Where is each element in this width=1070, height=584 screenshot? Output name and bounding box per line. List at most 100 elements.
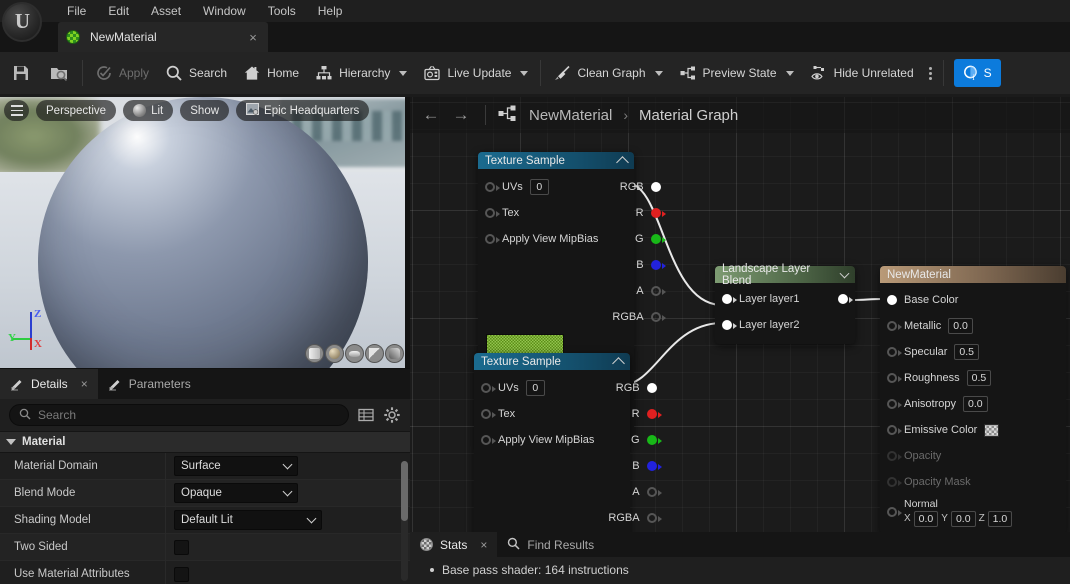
use-material-attributes-checkbox[interactable]: [174, 566, 189, 582]
output-pin-icon[interactable]: [646, 435, 662, 445]
search-button[interactable]: Search: [157, 52, 235, 94]
metallic-value[interactable]: 0.0: [948, 318, 973, 334]
pin-opacity-mask[interactable]: Opacity Mask: [880, 469, 1066, 495]
pin-base-color[interactable]: Base Color: [880, 287, 1066, 313]
pin-layer-layer2[interactable]: Layer layer2: [715, 312, 855, 338]
blend-mode-select[interactable]: Opaque: [174, 483, 298, 503]
input-pin-icon[interactable]: [887, 321, 902, 331]
pin-a[interactable]: A: [601, 479, 663, 505]
shape-cube-button[interactable]: [365, 344, 384, 363]
uvs-value[interactable]: 0: [525, 380, 545, 396]
specular-value[interactable]: 0.5: [954, 344, 980, 360]
pin-opacity[interactable]: Opacity: [880, 443, 1066, 469]
output-pin-icon[interactable]: [650, 286, 666, 296]
output-pin-icon[interactable]: [650, 260, 666, 270]
close-icon[interactable]: ×: [246, 30, 260, 45]
gear-icon[interactable]: [383, 406, 401, 424]
material-preview-viewport[interactable]: Perspective Lit Show Epic Headquarters Z…: [0, 97, 410, 368]
output-pin-icon[interactable]: [650, 182, 661, 192]
output-pin-icon[interactable]: [646, 383, 657, 393]
pin-roughness[interactable]: Roughness 0.5: [880, 365, 1066, 391]
back-button[interactable]: ←: [418, 102, 444, 128]
anisotropy-value[interactable]: 0.0: [962, 396, 988, 412]
shape-custom-button[interactable]: [385, 344, 404, 363]
node-header[interactable]: NewMaterial: [880, 266, 1066, 283]
clean-graph-button[interactable]: Clean Graph: [545, 52, 670, 94]
chevron-down-icon[interactable]: [839, 268, 850, 278]
pin-r[interactable]: R: [605, 200, 667, 226]
output-pin-icon[interactable]: [646, 513, 662, 523]
node-landscape-layer-blend[interactable]: Landscape Layer Blend Layer layer1 Layer…: [715, 263, 855, 344]
tab-parameters[interactable]: Parameters: [98, 369, 201, 399]
input-pin-icon[interactable]: [887, 477, 902, 487]
forward-button[interactable]: →: [448, 102, 474, 128]
preview-state-button[interactable]: Preview State: [671, 52, 802, 94]
pin-b[interactable]: B: [601, 453, 663, 479]
hamburger-icon[interactable]: [4, 100, 29, 121]
platform-stats-button[interactable]: i S: [953, 59, 1001, 87]
chevron-up-icon[interactable]: [616, 156, 629, 169]
pin-specular[interactable]: Specular 0.5: [880, 339, 1066, 365]
menu-asset[interactable]: Asset: [140, 1, 192, 21]
input-pin-icon[interactable]: [722, 320, 737, 330]
pin-normal[interactable]: Normal X 0.0 Y 0.0 Z 1.0: [880, 495, 1066, 529]
tab-stats[interactable]: Stats ×: [410, 532, 498, 557]
viewport-lit-button[interactable]: Lit: [123, 100, 174, 121]
pin-a[interactable]: A: [605, 278, 667, 304]
tab-find-results[interactable]: Find Results: [497, 532, 604, 557]
input-pin-icon[interactable]: [887, 347, 902, 357]
material-domain-select[interactable]: Surface: [174, 456, 298, 476]
pin-uvs[interactable]: UVs 0: [478, 174, 605, 200]
home-button[interactable]: Home: [235, 52, 307, 94]
pin-rgb[interactable]: RGB: [601, 375, 663, 401]
pin-uvs[interactable]: UVs 0: [474, 375, 601, 401]
menu-file[interactable]: File: [56, 1, 97, 21]
output-pin-icon[interactable]: [838, 294, 853, 304]
output-pin-icon[interactable]: [646, 461, 662, 471]
node-header[interactable]: Texture Sample: [478, 152, 634, 169]
hierarchy-button[interactable]: Hierarchy: [307, 52, 415, 94]
menu-edit[interactable]: Edit: [97, 1, 140, 21]
normal-y-value[interactable]: 0.0: [950, 510, 976, 527]
pin-metallic[interactable]: Metallic 0.0: [880, 313, 1066, 339]
more-options-icon[interactable]: [922, 52, 939, 94]
pin-layer-layer1[interactable]: Layer layer1: [715, 286, 855, 312]
input-pin-icon[interactable]: [887, 451, 902, 461]
input-pin-icon[interactable]: [887, 399, 902, 409]
pin-g[interactable]: G: [605, 226, 667, 252]
menu-tools[interactable]: Tools: [257, 1, 307, 21]
normal-z-value[interactable]: 1.0: [987, 510, 1013, 527]
close-icon[interactable]: ×: [480, 538, 487, 552]
node-header[interactable]: Landscape Layer Blend: [715, 263, 855, 287]
menu-window[interactable]: Window: [192, 1, 257, 21]
output-pin-icon[interactable]: [646, 409, 662, 419]
pin-apply-view-mipbias[interactable]: Apply View MipBias: [478, 226, 605, 252]
pin-rgba[interactable]: RGBA: [605, 304, 667, 330]
normal-x-value[interactable]: 0.0: [913, 510, 939, 527]
pin-g[interactable]: G: [601, 427, 663, 453]
pin-rgb[interactable]: RGB: [605, 174, 667, 200]
node-texture-sample-2[interactable]: Texture Sample UVs 0 Tex Apply View MipB…: [474, 353, 662, 532]
input-pin-icon[interactable]: [887, 295, 897, 305]
node-header[interactable]: Texture Sample: [474, 353, 630, 370]
viewport-perspective-button[interactable]: Perspective: [36, 100, 117, 121]
input-pin-icon[interactable]: [481, 383, 496, 393]
live-update-button[interactable]: Live Update: [415, 52, 536, 94]
output-pin-icon[interactable]: [650, 208, 666, 218]
hide-unrelated-button[interactable]: Hide Unrelated: [802, 52, 922, 94]
tab-details[interactable]: Details ×: [0, 369, 98, 399]
shape-sphere-button[interactable]: [325, 344, 344, 363]
shading-model-select[interactable]: Default Lit: [174, 510, 322, 530]
input-pin-icon[interactable]: [887, 507, 902, 517]
pin-rgba[interactable]: RGBA: [601, 505, 663, 531]
pin-anisotropy[interactable]: Anisotropy 0.0: [880, 391, 1066, 417]
input-pin-icon[interactable]: [887, 425, 902, 435]
browse-button[interactable]: [40, 52, 78, 94]
unreal-engine-logo-icon[interactable]: U: [2, 2, 42, 42]
viewport-show-button[interactable]: Show: [180, 100, 230, 121]
input-pin-icon[interactable]: [485, 208, 500, 218]
chevron-up-icon[interactable]: [612, 357, 625, 370]
shape-plane-button[interactable]: [345, 344, 364, 363]
breadcrumb-root[interactable]: NewMaterial: [529, 107, 612, 124]
output-pin-icon[interactable]: [646, 487, 662, 497]
